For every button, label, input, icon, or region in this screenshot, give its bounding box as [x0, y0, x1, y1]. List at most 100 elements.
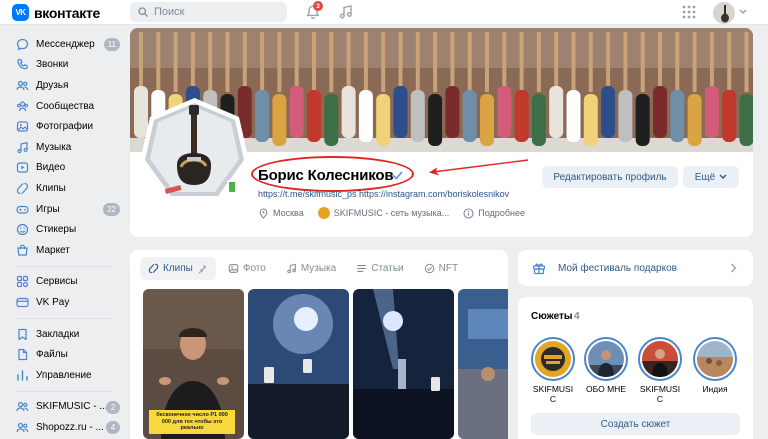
sidebar-item-label: Звонки [36, 59, 69, 71]
article-icon [357, 264, 367, 273]
sidebar-divider [16, 390, 112, 392]
sidebar-item-group-shopozz[interactable]: Shopozz.ru - ... 4 [0, 417, 128, 438]
sidebar-item-market[interactable]: Маркет [0, 240, 128, 261]
profile-links[interactable]: https://t.me/skifmusic_ps https://instag… [258, 189, 509, 199]
music-note-icon[interactable] [338, 4, 354, 20]
profile-card: Борис Колесников https://t.me/skifmusic_… [130, 28, 753, 237]
story-avatar [588, 341, 624, 377]
group-icon [16, 422, 29, 433]
sidebar-item-bookmarks[interactable]: Закладки [0, 324, 128, 345]
vk-logo[interactable]: VK вконтакте [12, 4, 100, 21]
gift-festival-card[interactable]: Мой фестиваль подарков [518, 250, 753, 286]
sidebar-item-label: SKIFMUSIC - ... [36, 401, 108, 413]
clip-caption: бесконечное число Р1 000 000 для тех что… [149, 410, 235, 434]
music-icon [287, 263, 296, 274]
sidebar-item-manage[interactable]: Управление [0, 365, 128, 386]
sidebar-item-communities[interactable]: Сообщества [0, 96, 128, 117]
vk-logo-text: вконтакте [34, 4, 101, 21]
story-item[interactable]: Индия [691, 337, 739, 395]
photo-icon [16, 121, 29, 132]
stickers-icon [16, 224, 29, 236]
sidebar-item-video[interactable]: Видео [0, 158, 128, 179]
clip-image [353, 289, 454, 439]
phone-icon [17, 59, 28, 70]
sidebar-item-friends[interactable]: Друзья [0, 75, 128, 96]
tab-photos[interactable]: Фото [220, 257, 274, 280]
vkpay-icon [16, 297, 29, 308]
services-icon [16, 276, 29, 288]
tab-music[interactable]: Музыка [278, 257, 344, 280]
community-avatar [317, 207, 330, 219]
communities-icon [16, 100, 29, 111]
location-pin-icon [259, 207, 268, 219]
sidebar-item-label: Друзья [36, 79, 69, 91]
online-status-indicator [227, 180, 237, 194]
edit-profile-button[interactable]: Редактировать профиль [542, 166, 678, 188]
stories-count: 4 [574, 311, 580, 322]
clip-thumbnail[interactable]: бесконечное число Р1 000 000 для тех что… [143, 289, 244, 439]
profile-details-link[interactable]: Подробнее [478, 208, 525, 218]
story-item[interactable]: SKIFMUSI C [636, 337, 684, 405]
manage-icon [17, 370, 28, 381]
content-tabs: Клипы Фото Музыка Статьи NFT [140, 256, 466, 281]
story-avatar [697, 341, 733, 377]
story-avatar [535, 341, 571, 377]
sidebar-item-label: Мессенджер [36, 38, 95, 50]
more-button[interactable]: Ещё [683, 166, 739, 188]
gift-festival-label: Мой фестиваль подарков [558, 262, 677, 274]
search-box[interactable] [130, 2, 287, 22]
tab-label: Фото [242, 263, 266, 274]
file-icon [18, 349, 28, 361]
clip-thumbnail[interactable] [248, 289, 349, 439]
sidebar-item-label: Файлы [36, 349, 68, 361]
profile-name: Борис Колесников [258, 167, 394, 184]
sidebar-item-photos[interactable]: Фотографии [0, 116, 128, 137]
sidebar-item-group-skifmusic[interactable]: SKIFMUSIC - ... 2 [0, 397, 128, 418]
sidebar-item-calls[interactable]: Звонки [0, 55, 128, 76]
story-item[interactable]: SKIFMUSI C [529, 337, 577, 405]
apps-grid-icon[interactable] [682, 5, 696, 19]
clip-image [458, 289, 508, 439]
create-story-button[interactable]: Создать сюжет [531, 413, 740, 435]
story-avatar [642, 341, 678, 377]
sidebar-item-label: Клипы [36, 182, 66, 194]
video-icon [16, 162, 29, 173]
sidebar-count-badge: 2 [106, 400, 120, 414]
tab-articles[interactable]: Статьи [348, 257, 411, 280]
tab-nft[interactable]: NFT [416, 257, 466, 280]
search-input[interactable] [154, 6, 274, 18]
tab-clips[interactable]: Клипы [140, 257, 216, 280]
sidebar-item-label: Видео [36, 162, 66, 174]
sidebar-item-files[interactable]: Файлы [0, 344, 128, 365]
user-avatar[interactable] [713, 2, 735, 24]
story-label: SKIFMUSI C [639, 384, 681, 404]
stories-title[interactable]: Сюжеты [531, 311, 572, 322]
sidebar-item-stickers[interactable]: Стикеры [0, 219, 128, 240]
sidebar-item-messenger[interactable]: Мессенджер 11 [0, 34, 128, 55]
profile-city[interactable]: Москва [273, 208, 304, 218]
pin-icon[interactable] [197, 263, 208, 274]
bookmark-icon [18, 328, 27, 340]
profile-community[interactable]: SKIFMUSIC - сеть музыка... [334, 208, 450, 218]
sidebar-item-music[interactable]: Музыка [0, 137, 128, 158]
vk-logo-mark: VK [12, 4, 29, 21]
sidebar-item-clips[interactable]: Клипы [0, 178, 128, 199]
story-avatar-ring [638, 337, 682, 381]
sidebar-item-label: Стикеры [36, 224, 77, 236]
story-item[interactable]: ОБО МНЕ [582, 337, 630, 395]
story-label: SKIFMUSI C [532, 384, 574, 404]
chevron-down-icon[interactable] [739, 9, 747, 15]
sidebar-count-badge: 4 [106, 421, 120, 435]
sidebar-item-vkpay[interactable]: VK Pay [0, 292, 128, 313]
tab-label: NFT [438, 263, 459, 274]
sidebar-item-label: Музыка [36, 141, 72, 153]
profile-meta: Москва SKIFMUSIC - сеть музыка... Подроб… [258, 207, 525, 219]
sidebar-item-services[interactable]: Сервисы [0, 272, 128, 293]
clip-thumbnail[interactable] [458, 289, 508, 439]
sidebar-item-games[interactable]: Игры 22 [0, 199, 128, 220]
story-avatar-ring [584, 337, 628, 381]
tab-label: Статьи [371, 263, 404, 274]
sidebar-item-label: Shopozz.ru - ... [36, 421, 104, 433]
sidebar-item-label: Сервисы [36, 276, 78, 288]
clip-thumbnail[interactable] [353, 289, 454, 439]
